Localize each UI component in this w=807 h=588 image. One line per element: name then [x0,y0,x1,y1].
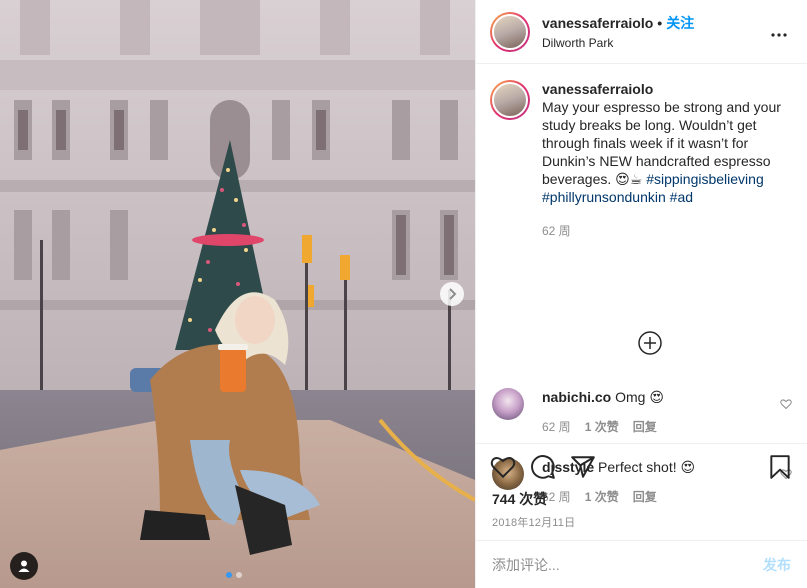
photo-scene [0,0,475,588]
post-photo[interactable] [0,0,475,588]
post-date[interactable]: 2018年12月11日 [492,514,575,530]
add-comment-input[interactable] [492,556,763,573]
commenter-avatar[interactable] [492,388,524,420]
like-comment-heart-icon[interactable] [780,398,792,410]
comment-bubble-icon[interactable] [530,454,556,480]
hashtag-link[interactable]: #phillyrunsondunkin [542,189,666,205]
location-link[interactable]: Dilworth Park [542,36,767,50]
post-comment-button[interactable]: 发布 [763,555,791,575]
author-avatar[interactable] [490,11,530,52]
plus-circle-icon [638,331,662,355]
caption-username-link[interactable]: vanessaferraiolo [542,81,653,97]
save-bookmark-icon[interactable] [767,454,793,480]
author-username-link[interactable]: vanessaferraiolo [542,15,653,31]
commenter-username-link[interactable]: nabichi.co [542,389,611,405]
caption-timestamp[interactable]: 62 周 [542,222,571,240]
carousel-dots [226,572,242,578]
post-side-panel: vanessaferraiolo • 关注 Dilworth Park vane… [475,0,807,588]
hashtag-link[interactable]: #ad [670,189,693,205]
hashtag-link[interactable]: #sippingisbelieving [646,171,764,187]
likes-count[interactable]: 744 次赞 [492,489,547,509]
comment-likes-count[interactable]: 1 次赞 [585,418,619,436]
comment-timestamp[interactable]: 62 周 [542,418,571,436]
reply-button[interactable]: 回复 [633,418,657,436]
load-more-comments-button[interactable] [638,331,662,355]
caption-avatar[interactable] [490,80,530,120]
comments-list[interactable]: vanessaferraiolo May your espresso be st… [476,64,807,504]
more-horizontal-icon [771,33,787,37]
separator-dot: • [657,15,663,31]
carousel-next-button[interactable] [440,282,464,306]
carousel-dot-active [226,572,232,578]
post-caption: vanessaferraiolo May your espresso be st… [490,80,791,240]
comment-text: Omg 😍 [615,389,664,405]
user-icon [18,560,30,572]
like-heart-icon[interactable] [490,454,516,480]
comment-composer: 发布 [476,540,807,588]
share-send-icon[interactable] [570,454,596,480]
post-header: vanessaferraiolo • 关注 Dilworth Park [476,0,807,64]
more-options-button[interactable] [767,21,791,42]
tagged-users-button[interactable] [10,552,38,580]
post-actions-bar [476,444,807,494]
carousel-dot [236,572,242,578]
follow-button[interactable]: 关注 [666,13,694,33]
chevron-right-icon [449,288,457,300]
comment-item: nabichi.co Omg 😍 62 周 1 次赞 回复 [492,388,792,436]
